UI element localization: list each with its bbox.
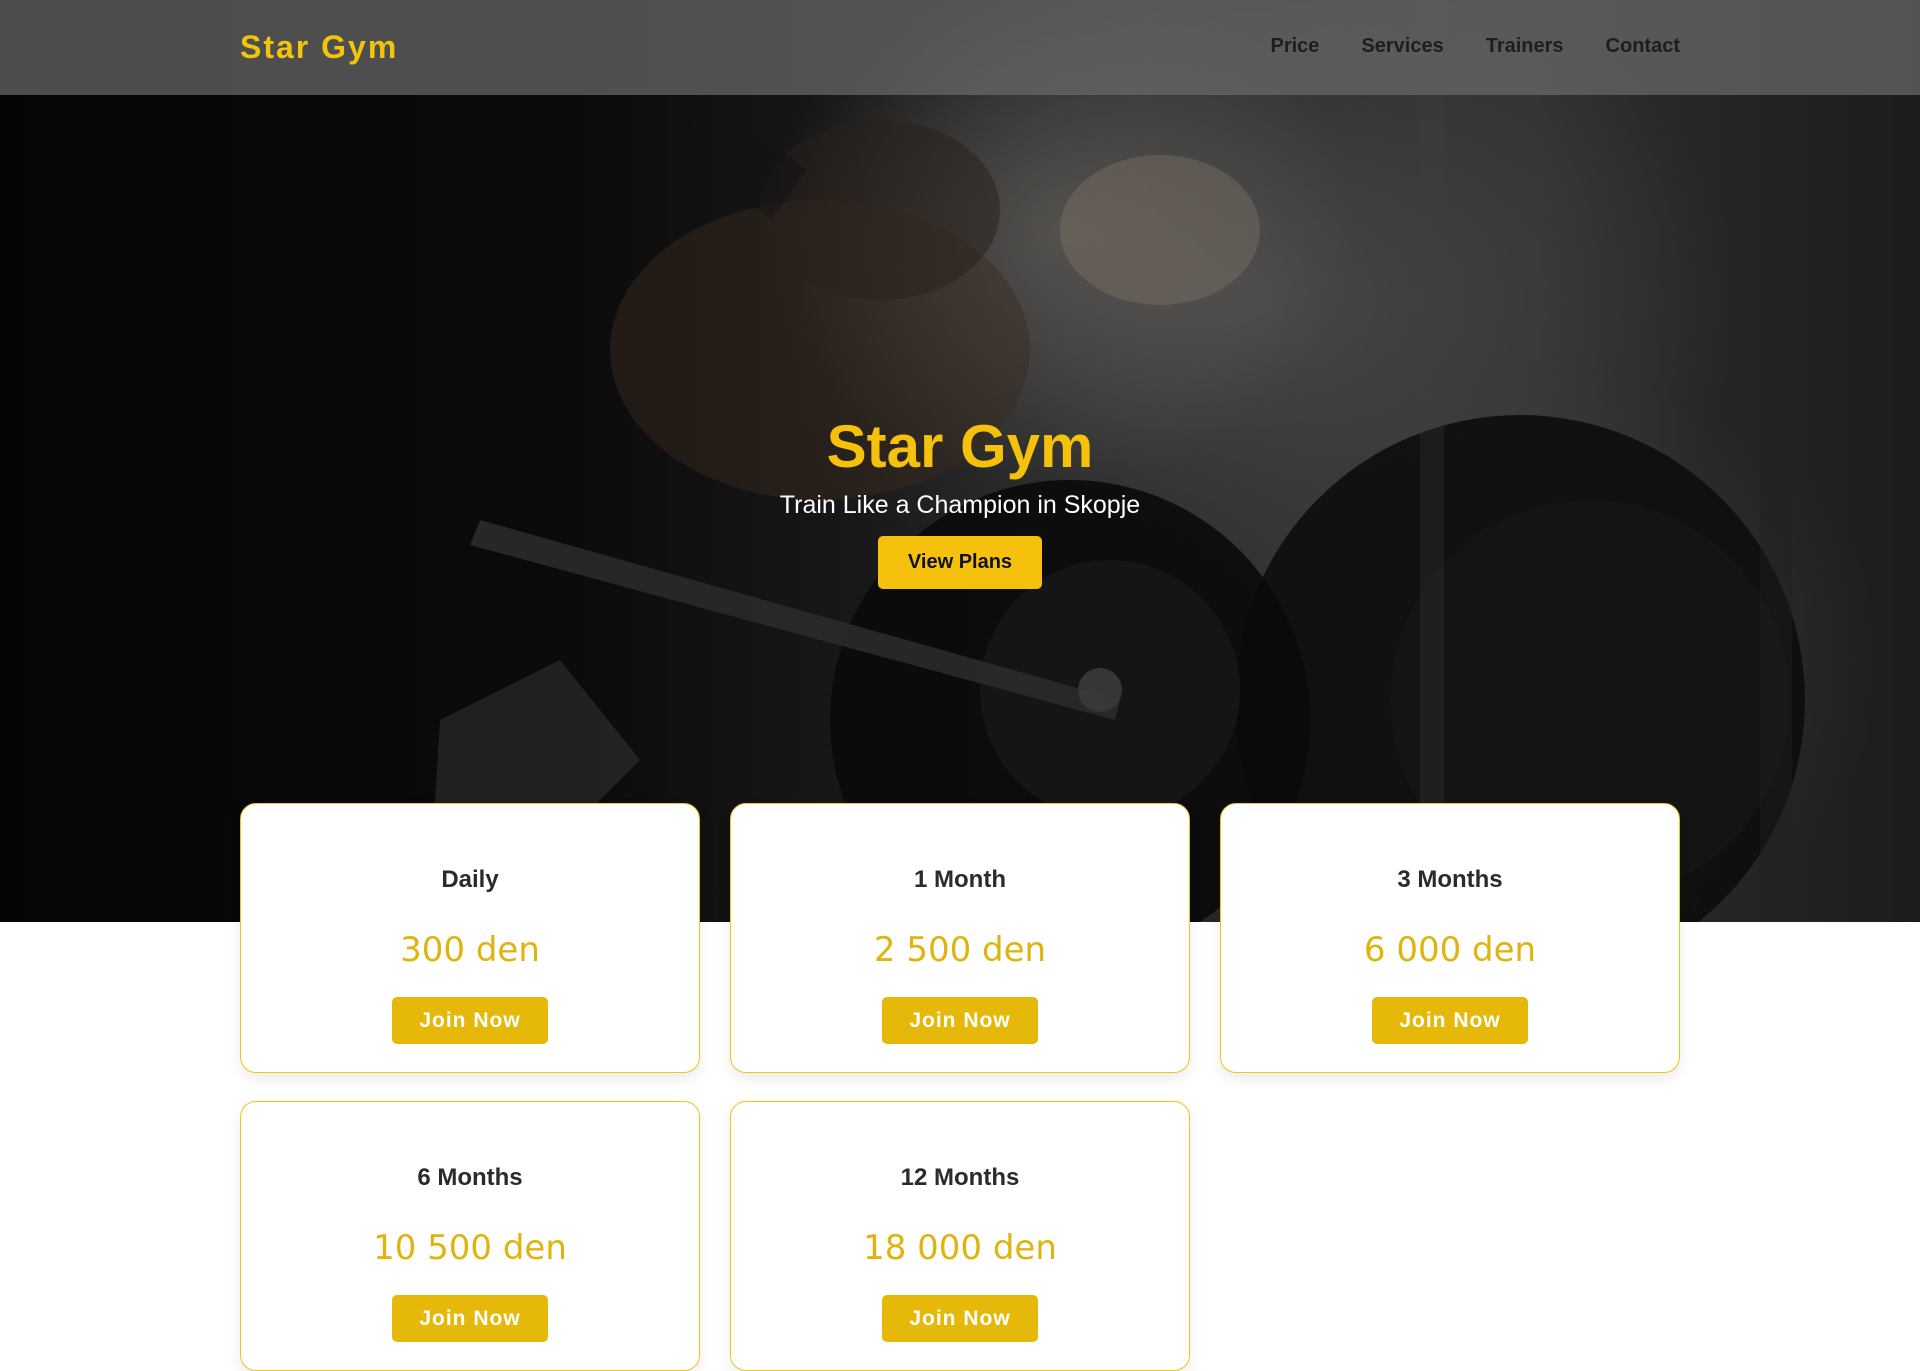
nav-link-price[interactable]: Price [1270, 35, 1319, 58]
join-now-button[interactable]: Join Now [882, 997, 1038, 1044]
plan-price: 6 000 den [1363, 930, 1537, 970]
join-now-button[interactable]: Join Now [392, 1295, 548, 1342]
hero-section: Star Gym Train Like a Champion in Skopje… [0, 0, 1920, 922]
plan-name: Daily [441, 866, 499, 893]
hero-subtitle: Train Like a Champion in Skopje [779, 491, 1141, 519]
plan-card-daily: Daily 300 den Join Now [240, 803, 700, 1073]
join-now-button[interactable]: Join Now [882, 1295, 1038, 1342]
plan-name: 1 Month [914, 866, 1006, 893]
view-plans-button[interactable]: View Plans [878, 536, 1042, 589]
nav-links: Price Services Trainers Contact [1270, 35, 1680, 58]
nav-link-services[interactable]: Services [1361, 35, 1443, 58]
nav-link-trainers[interactable]: Trainers [1486, 35, 1564, 58]
plan-price: 10 500 den [373, 1228, 567, 1268]
join-now-button[interactable]: Join Now [392, 997, 548, 1044]
logo[interactable]: Star Gym [240, 29, 398, 66]
plan-card-1-month: 1 Month 2 500 den Join Now [730, 803, 1190, 1073]
navbar: Star Gym Price Services Trainers Contact [0, 0, 1920, 95]
plan-price: 18 000 den [863, 1228, 1057, 1268]
plan-card-3-months: 3 Months 6 000 den Join Now [1220, 803, 1680, 1073]
plan-name: 3 Months [1397, 866, 1503, 893]
join-now-button[interactable]: Join Now [1372, 997, 1528, 1044]
nav-link-contact[interactable]: Contact [1606, 35, 1680, 58]
plan-name: 6 Months [417, 1164, 523, 1191]
plan-card-12-months: 12 Months 18 000 den Join Now [730, 1101, 1190, 1371]
plan-name: 12 Months [900, 1164, 1020, 1191]
plan-price: 300 den [400, 930, 540, 970]
plan-card-6-months: 6 Months 10 500 den Join Now [240, 1101, 700, 1371]
plan-price: 2 500 den [873, 930, 1047, 970]
hero-title: Star Gym [826, 413, 1094, 481]
